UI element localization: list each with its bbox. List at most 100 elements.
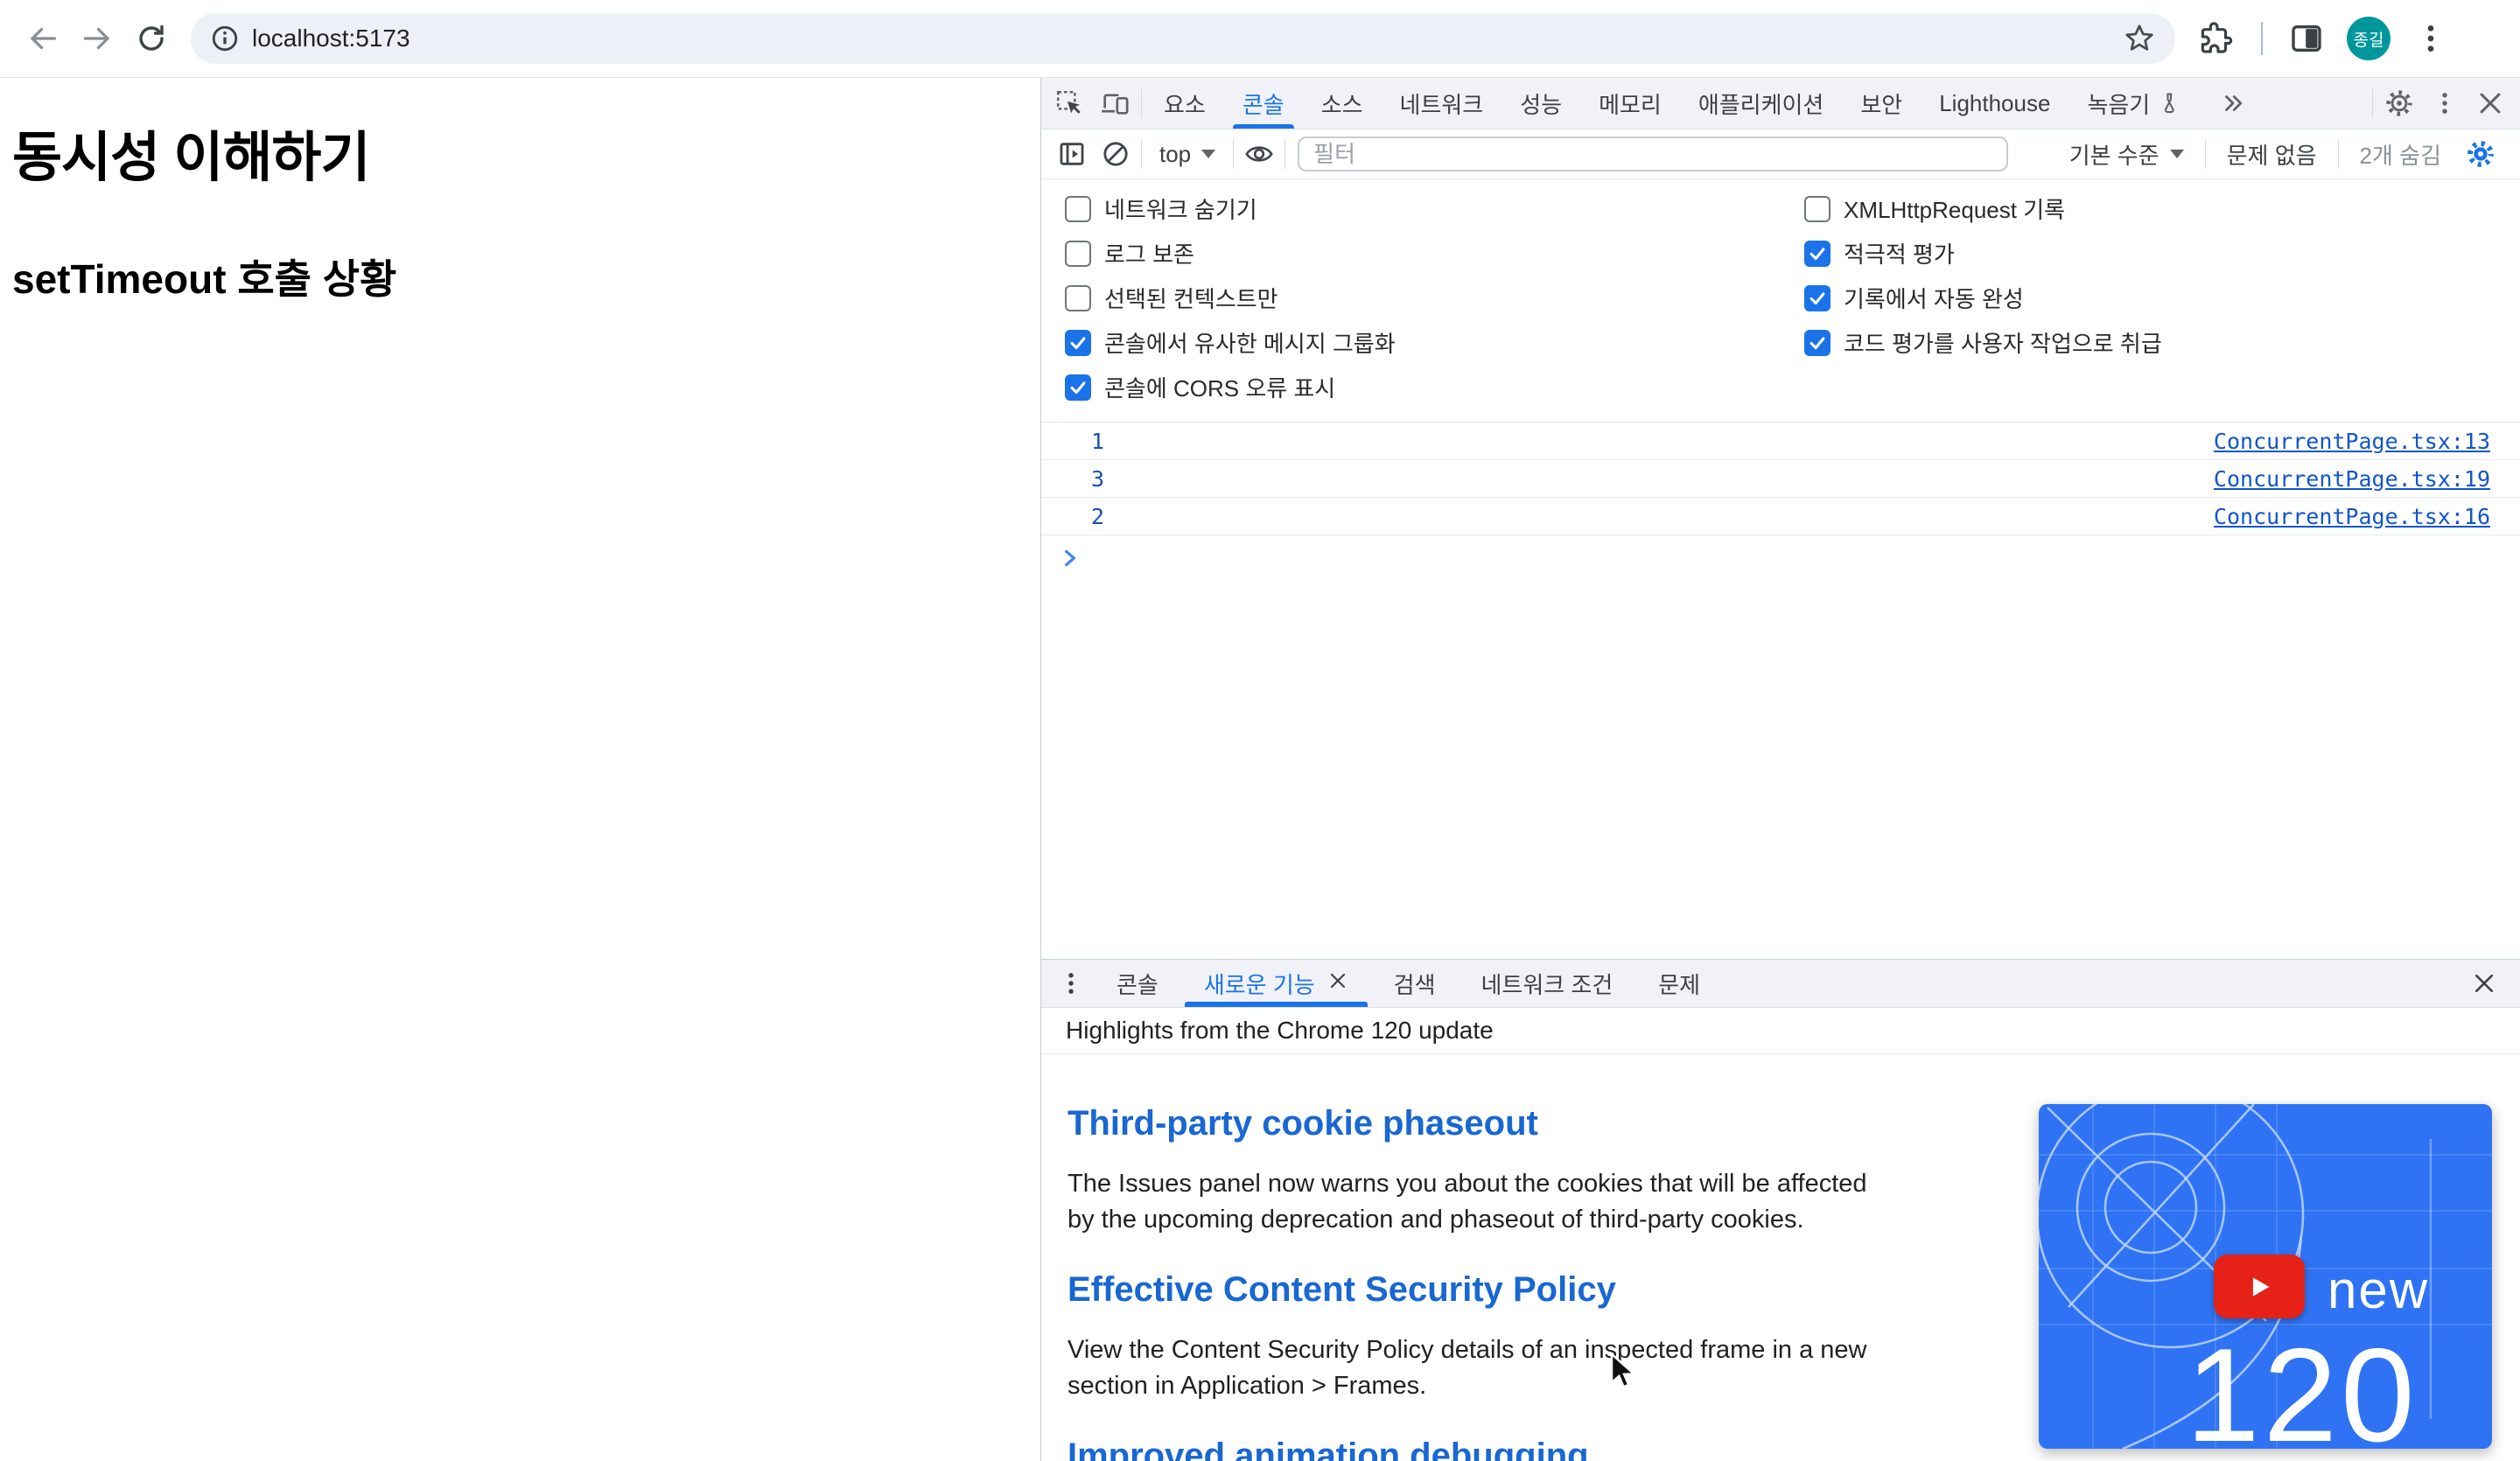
forward-button[interactable] bbox=[70, 11, 124, 66]
setting-hide-network[interactable]: 네트워크 숨기기 bbox=[1041, 186, 1781, 231]
devtools-drawer: 콘솔 새로운 기능 검색 네트워크 조건 문제 Highlights from … bbox=[1041, 959, 2520, 1461]
context-selector[interactable]: top bbox=[1145, 141, 1229, 168]
tab-sources[interactable]: 소스 bbox=[1303, 78, 1382, 129]
clear-console-button[interactable] bbox=[1094, 139, 1138, 169]
checkbox[interactable] bbox=[1804, 195, 1830, 222]
drawer-tab-search[interactable]: 검색 bbox=[1371, 960, 1459, 1007]
console-toolbar-right: 기본 수준 문제 없음 2개 숨김 bbox=[2052, 138, 2502, 171]
device-toolbar-button[interactable] bbox=[1092, 78, 1138, 129]
checkbox[interactable] bbox=[1804, 329, 1830, 356]
ctoolbar-divider bbox=[1141, 139, 1142, 169]
section-title-cookie-phaseout[interactable]: Third-party cookie phaseout bbox=[1068, 1104, 1894, 1143]
log-level-selector[interactable]: 기본 수준 bbox=[2052, 138, 2202, 171]
more-tabs-button[interactable] bbox=[2202, 78, 2264, 129]
setting-preserve-log[interactable]: 로그 보존 bbox=[1041, 231, 1781, 276]
bookmark-star-icon[interactable] bbox=[2123, 22, 2156, 55]
setting-log-xhr[interactable]: XMLHttpRequest 기록 bbox=[1781, 186, 2520, 231]
setting-eager-eval[interactable]: 적극적 평가 bbox=[1781, 231, 2520, 276]
console-message-row: 3 ConcurrentPage.tsx:19 bbox=[1041, 460, 2520, 498]
eye-icon bbox=[1245, 146, 1273, 162]
forward-arrow-icon bbox=[83, 27, 109, 50]
promo-new-label: new bbox=[2328, 1261, 2430, 1319]
extensions-icon[interactable] bbox=[2200, 21, 2235, 56]
live-expression-button[interactable] bbox=[1237, 139, 1281, 169]
console-settings-button[interactable] bbox=[2459, 139, 2502, 169]
setting-user-activation[interactable]: 코드 평가를 사용자 작업으로 취급 bbox=[1781, 320, 2520, 365]
site-info-icon[interactable] bbox=[210, 24, 240, 53]
drawer-tab-network-conditions[interactable]: 네트워크 조건 bbox=[1459, 960, 1636, 1007]
profile-avatar[interactable]: 종길 bbox=[2347, 17, 2390, 60]
console-message-row: 2 ConcurrentPage.tsx:16 bbox=[1041, 498, 2520, 535]
dropdown-caret-icon bbox=[2169, 150, 2184, 158]
close-tab-button[interactable] bbox=[1327, 970, 1348, 997]
promo-version-label: 120 bbox=[2186, 1321, 2418, 1449]
console-empty-area[interactable] bbox=[1041, 581, 2520, 959]
devtools-menu-button[interactable] bbox=[2422, 78, 2468, 129]
tab-security[interactable]: 보안 bbox=[1842, 78, 1921, 129]
url-text[interactable]: localhost:5173 bbox=[252, 24, 2123, 52]
console-source-link[interactable]: ConcurrentPage.tsx:13 bbox=[2214, 429, 2490, 454]
section-title-animation-debugging[interactable]: Improved animation debugging bbox=[1068, 1437, 1894, 1461]
tab-network[interactable]: 네트워크 bbox=[1382, 78, 1502, 129]
console-messages: 1 ConcurrentPage.tsx:13 3 ConcurrentPage… bbox=[1041, 423, 2520, 581]
whats-new-content: Third-party cookie phaseout The Issues p… bbox=[1041, 1054, 2520, 1461]
tab-memory[interactable]: 메모리 bbox=[1580, 78, 1680, 129]
page-title: 동시성 이해하기 bbox=[12, 128, 371, 188]
console-source-link[interactable]: ConcurrentPage.tsx:16 bbox=[2214, 504, 2490, 529]
tab-performance[interactable]: 성능 bbox=[1502, 78, 1580, 129]
page-subtitle: setTimeout 호출 상황 bbox=[12, 256, 397, 302]
drawer-close-button[interactable] bbox=[2448, 960, 2520, 1007]
console-sidebar-toggle[interactable] bbox=[1050, 139, 1094, 169]
tabbar-divider bbox=[1141, 88, 1142, 118]
hidden-messages-count[interactable]: 2개 숨김 bbox=[2342, 138, 2459, 171]
tab-elements[interactable]: 요소 bbox=[1145, 78, 1224, 129]
inspect-element-button[interactable] bbox=[1046, 78, 1092, 129]
console-source-link[interactable]: ConcurrentPage.tsx:19 bbox=[2214, 466, 2490, 492]
tabbar-divider-right bbox=[2372, 88, 2373, 118]
toolbar-divider bbox=[2261, 22, 2263, 55]
setting-show-cors[interactable]: 콘솔에 CORS 오류 표시 bbox=[1041, 365, 1781, 409]
youtube-play-button[interactable] bbox=[2214, 1255, 2305, 1318]
devtools-settings-button[interactable] bbox=[2376, 78, 2422, 129]
devtools-close-button[interactable] bbox=[2468, 78, 2513, 129]
setting-group-similar[interactable]: 콘솔에서 유사한 메시지 그룹화 bbox=[1041, 320, 1781, 365]
settings-column-right: XMLHttpRequest 기록 적극적 평가 기록에서 자동 완성 코드 평… bbox=[1781, 186, 2520, 409]
checkbox[interactable] bbox=[1804, 240, 1830, 267]
issues-counter[interactable]: 문제 없음 bbox=[2209, 138, 2334, 171]
address-bar[interactable]: localhost:5173 bbox=[191, 13, 2175, 64]
drawer-tab-issues[interactable]: 문제 bbox=[1635, 960, 1723, 1007]
gear-icon bbox=[2386, 90, 2412, 116]
tab-console[interactable]: 콘솔 bbox=[1224, 78, 1303, 129]
console-log-value: 3 bbox=[1091, 465, 1105, 492]
chrome-120-video-thumbnail[interactable]: new 120 bbox=[2039, 1104, 2492, 1449]
setting-autocomplete-history[interactable]: 기록에서 자동 완성 bbox=[1781, 276, 2520, 320]
reload-button[interactable] bbox=[124, 11, 178, 66]
back-button[interactable] bbox=[16, 11, 70, 66]
devtools-tabbar: 요소 콘솔 소스 네트워크 성능 메모리 애플리케이션 보안 Lighthous… bbox=[1041, 78, 2520, 129]
close-icon bbox=[2474, 974, 2494, 993]
clear-console-icon bbox=[1103, 142, 1128, 166]
checkbox[interactable] bbox=[1065, 240, 1091, 267]
checkbox[interactable] bbox=[1065, 195, 1091, 222]
checkbox[interactable] bbox=[1065, 284, 1091, 311]
checkbox[interactable] bbox=[1804, 284, 1830, 311]
tab-lighthouse[interactable]: Lighthouse bbox=[1921, 78, 2068, 129]
console-toolbar: top 기본 수준 문제 없음 2개 숨김 bbox=[1041, 129, 2520, 179]
content-area: 동시성 이해하기 setTimeout 호출 상황 요소 콘솔 소스 네트워크 … bbox=[0, 78, 2520, 1461]
checkbox[interactable] bbox=[1065, 329, 1091, 356]
tab-application[interactable]: 애플리케이션 bbox=[1680, 78, 1843, 129]
whats-new-sections: Third-party cookie phaseout The Issues p… bbox=[1068, 1054, 1894, 1461]
drawer-tab-console[interactable]: 콘솔 bbox=[1094, 960, 1181, 1007]
device-toolbar-icon bbox=[1102, 94, 1129, 115]
ctoolbar-divider4 bbox=[2204, 139, 2206, 169]
section-title-csp[interactable]: Effective Content Security Policy bbox=[1068, 1270, 1894, 1310]
drawer-menu-button[interactable] bbox=[1048, 960, 1094, 1007]
checkbox[interactable] bbox=[1065, 374, 1091, 401]
side-panel-icon[interactable] bbox=[2289, 21, 2324, 56]
browser-menu-icon[interactable] bbox=[2413, 21, 2448, 56]
console-filter-input[interactable] bbox=[1298, 136, 2009, 171]
setting-selected-context[interactable]: 선택된 컨텍스트만 bbox=[1041, 276, 1781, 320]
console-prompt[interactable] bbox=[1041, 535, 2520, 581]
drawer-tab-whats-new[interactable]: 새로운 기능 bbox=[1181, 960, 1371, 1007]
tab-recorder[interactable]: 녹음기 bbox=[2068, 78, 2202, 129]
